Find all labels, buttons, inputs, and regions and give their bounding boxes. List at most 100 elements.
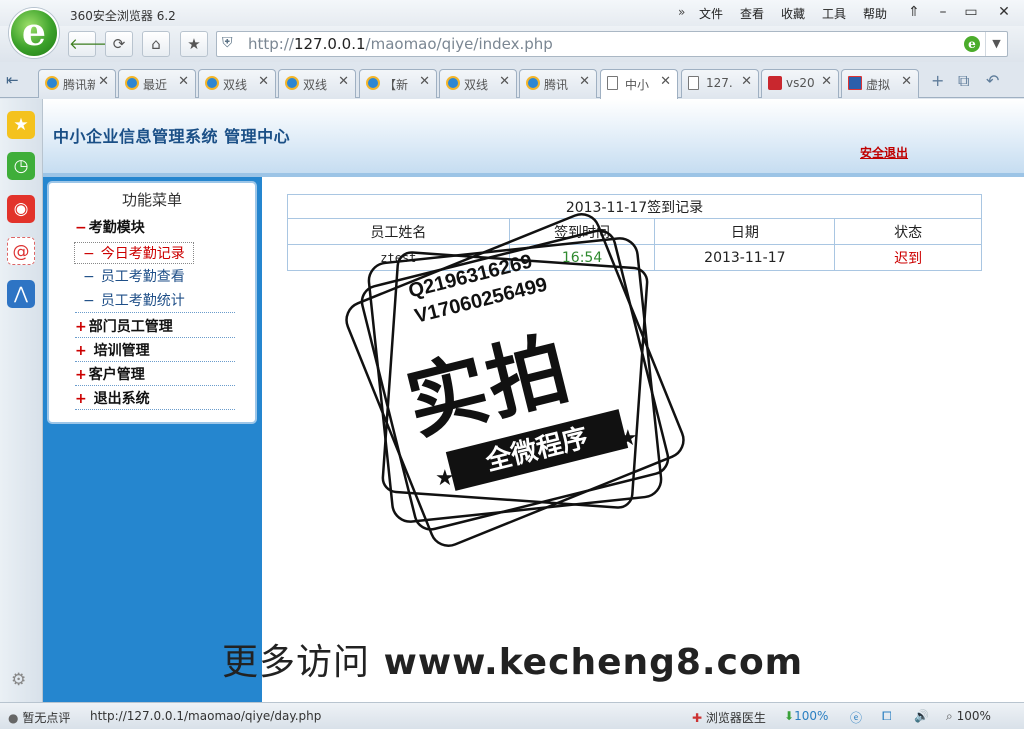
favorite-button[interactable]: ★ bbox=[180, 31, 208, 57]
function-menu: 功能菜单 − 考勤模块 − 今日考勤记录 − 员工考勤查看 − 员工考勤统计 + 部门员工… bbox=[47, 181, 257, 424]
minimize-button[interactable]: – bbox=[929, 2, 957, 22]
address-bar[interactable]: ⛨ http://127.0.0.1/maomao/qiye/index.php… bbox=[216, 31, 1008, 57]
history-clock-icon[interactable]: ◷ bbox=[7, 152, 35, 180]
module-customer[interactable]: + 客户管理 bbox=[75, 364, 145, 384]
menu-view[interactable]: 查看 bbox=[740, 5, 764, 22]
tab-1[interactable]: 腾讯新✕ bbox=[38, 69, 116, 98]
collapse-icon: − bbox=[75, 220, 87, 236]
maximize-button[interactable]: ▭ bbox=[957, 2, 985, 22]
tab-2[interactable]: 最近 ✕ bbox=[118, 69, 196, 98]
tab-6[interactable]: 双线 ✕ bbox=[439, 69, 517, 98]
undo-close-icon[interactable]: ↶ bbox=[986, 71, 999, 90]
divider bbox=[75, 409, 235, 410]
favorites-star-icon[interactable]: ★ bbox=[7, 111, 35, 139]
page-header: 中小企业信息管理系统 管理中心 安全退出 bbox=[43, 99, 1024, 177]
chevron-down-icon[interactable]: ▼ bbox=[985, 32, 1007, 56]
attendance-table: 2013-11-17签到记录 员工姓名 签到时间 日期 状态 ztest 16:… bbox=[287, 194, 982, 271]
home-icon: ⌂ bbox=[151, 35, 161, 53]
refresh-icon: ⟳ bbox=[112, 35, 126, 53]
status-url: http://127.0.0.1/maomao/qiye/day.php bbox=[90, 709, 322, 723]
menu-help[interactable]: 帮助 bbox=[863, 5, 887, 22]
table-caption: 2013-11-17签到记录 bbox=[287, 194, 982, 219]
mail-icon[interactable]: @ bbox=[7, 237, 35, 265]
ie-icon bbox=[205, 76, 219, 90]
address-url[interactable]: http://127.0.0.1/maomao/qiye/index.php bbox=[248, 35, 553, 53]
volume-icon[interactable]: 🔊 bbox=[914, 709, 929, 723]
menu-file[interactable]: 文件 bbox=[699, 5, 723, 22]
watermark-site: 更多访问 www.kecheng8.com bbox=[222, 642, 804, 683]
module-training[interactable]: + 培训管理 bbox=[75, 340, 150, 360]
address-toolbar: 🡐 ⟳ ⌂ ★ ⛨ http://127.0.0.1/maomao/qiye/i… bbox=[0, 26, 1024, 62]
home-button[interactable]: ⌂ bbox=[142, 31, 170, 57]
tab-7[interactable]: 腾讯 ✕ bbox=[519, 69, 597, 98]
module-exit[interactable]: + 退出系统 bbox=[75, 388, 150, 408]
close-icon[interactable]: ✕ bbox=[821, 74, 832, 89]
expand-icon: + bbox=[75, 367, 87, 383]
menu-employee-attendance-stats[interactable]: − 员工考勤统计 bbox=[83, 290, 185, 310]
menu-today-attendance[interactable]: − 今日考勤记录 bbox=[74, 242, 194, 264]
star-icon: ★ bbox=[187, 35, 201, 53]
doctor-icon: ✚ bbox=[692, 711, 703, 725]
module-attendance[interactable]: − 考勤模块 bbox=[75, 217, 145, 237]
back-button[interactable]: 🡐 bbox=[68, 31, 109, 57]
menu-employee-attendance-view[interactable]: − 员工考勤查看 bbox=[83, 266, 185, 286]
weibo-icon[interactable]: ◉ bbox=[7, 195, 35, 223]
sidebar-toggle-icon[interactable]: ⇤ bbox=[6, 71, 19, 89]
menu-more-icon[interactable]: » bbox=[678, 5, 685, 19]
menu-title: 功能菜单 bbox=[121, 191, 182, 209]
vm-icon bbox=[848, 76, 862, 90]
tab-8-active[interactable]: 中小 ✕ bbox=[600, 69, 678, 99]
doc-icon bbox=[688, 76, 699, 90]
screenshot-icon[interactable]: ⧠ bbox=[882, 709, 892, 724]
ie-icon bbox=[45, 76, 59, 90]
app-icon[interactable]: ⋀ bbox=[7, 280, 35, 308]
close-icon[interactable]: ✕ bbox=[178, 74, 189, 89]
menu-tools[interactable]: 工具 bbox=[822, 5, 846, 22]
tab-5[interactable]: 【新 ✕ bbox=[359, 69, 437, 98]
browser-doctor[interactable]: ✚ 浏览器医生 bbox=[692, 709, 766, 726]
close-icon[interactable]: ✕ bbox=[419, 74, 430, 89]
close-icon[interactable]: ✕ bbox=[660, 74, 671, 89]
rating-status[interactable]: ● 暂无点评 bbox=[8, 709, 70, 726]
ie-engine-icon[interactable]: e bbox=[964, 36, 980, 52]
zoom-icon: ⌕ bbox=[946, 709, 953, 723]
tab-4[interactable]: 双线 ✕ bbox=[278, 69, 356, 98]
col-date: 日期 bbox=[654, 218, 836, 245]
table-row: ztest 16:54 2013-11-17 迟到 bbox=[287, 244, 982, 271]
cell-status: 迟到 bbox=[834, 244, 982, 271]
close-icon[interactable]: ✕ bbox=[901, 74, 912, 89]
menu-favorites[interactable]: 收藏 bbox=[781, 5, 805, 22]
close-window-button[interactable]: ✕ bbox=[990, 2, 1018, 22]
gear-icon[interactable]: ⚙ bbox=[11, 670, 26, 690]
tab-10[interactable]: vs20 ✕ bbox=[761, 69, 839, 98]
ie-icon bbox=[446, 76, 460, 90]
cell-date: 2013-11-17 bbox=[654, 244, 836, 271]
zoom-control[interactable]: ⌕ 100% bbox=[946, 709, 991, 724]
download-status[interactable]: ⬇100% bbox=[784, 709, 828, 723]
ie-icon bbox=[366, 76, 380, 90]
tab-9[interactable]: 127. ✕ bbox=[681, 69, 759, 98]
divider bbox=[75, 312, 235, 313]
close-icon[interactable]: ✕ bbox=[579, 74, 590, 89]
ie-mode-icon[interactable]: ⓔ bbox=[850, 709, 862, 726]
close-icon[interactable]: ✕ bbox=[499, 74, 510, 89]
expand-icon: + bbox=[75, 343, 87, 359]
col-status: 状态 bbox=[834, 218, 982, 245]
skin-icon[interactable]: ⇑ bbox=[900, 2, 928, 22]
title-bar: 360安全浏览器 6.2 » 文件 查看 收藏 工具 帮助 ⇑ – ▭ ✕ bbox=[0, 0, 1024, 26]
new-tab-icon[interactable]: + bbox=[931, 71, 944, 90]
tab-3[interactable]: 双线 ✕ bbox=[198, 69, 276, 98]
ie-icon bbox=[125, 76, 139, 90]
restore-tab-icon[interactable]: ⧉ bbox=[958, 71, 969, 91]
tab-bar: ⇤ 腾讯新✕ 最近✕ 双线✕ 双线✕ 【新✕ 双线✕ 腾讯✕ 中小✕ 127.✕… bbox=[0, 62, 1024, 99]
close-icon[interactable]: ✕ bbox=[741, 74, 752, 89]
module-department-staff[interactable]: + 部门员工管理 bbox=[75, 316, 173, 336]
close-icon[interactable]: ✕ bbox=[98, 74, 109, 89]
refresh-button[interactable]: ⟳ bbox=[105, 31, 133, 57]
close-icon[interactable]: ✕ bbox=[258, 74, 269, 89]
logout-link[interactable]: 安全退出 bbox=[860, 144, 908, 161]
app-title: 360安全浏览器 6.2 bbox=[70, 9, 176, 23]
tab-11[interactable]: 虚拟 ✕ bbox=[841, 69, 919, 98]
close-icon[interactable]: ✕ bbox=[338, 74, 349, 89]
divider bbox=[75, 385, 235, 386]
